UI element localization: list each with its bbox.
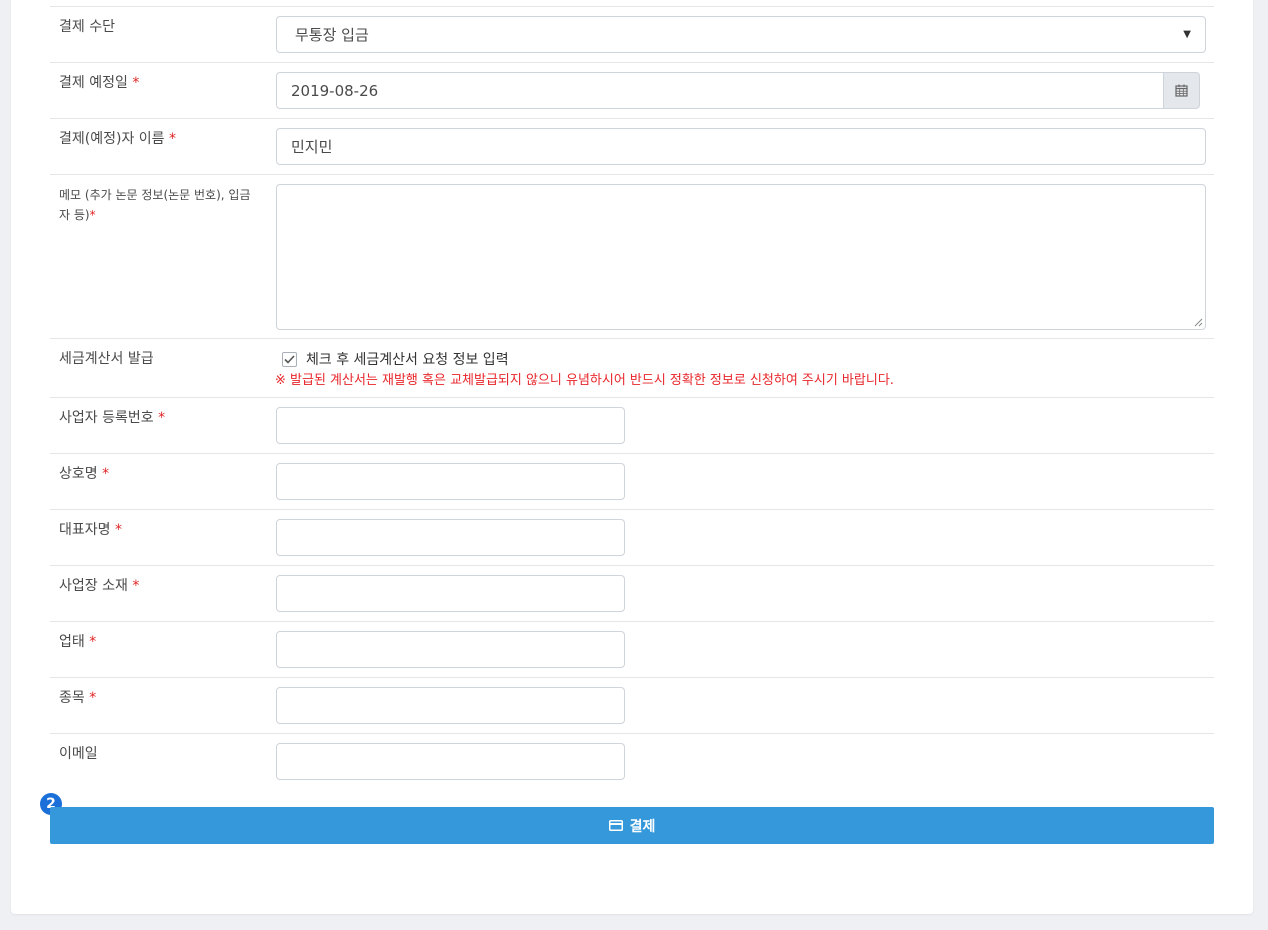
tax-invoice-checkbox[interactable] bbox=[282, 351, 297, 367]
representative-row: 대표자명 * bbox=[50, 510, 1214, 566]
business-number-label: 사업자 등록번호 * bbox=[59, 410, 166, 426]
calendar-icon bbox=[1175, 84, 1188, 97]
business-type-label: 업태 * bbox=[59, 634, 97, 650]
payer-name-input[interactable]: 민지민 bbox=[276, 128, 1206, 165]
business-item-row: 종목 * bbox=[50, 678, 1214, 734]
company-name-input[interactable] bbox=[276, 463, 625, 500]
email-label: 이메일 bbox=[59, 746, 98, 762]
memo-label: 메모 (추가 논문 정보(논문 번호), 입금자 등)* bbox=[59, 188, 251, 222]
calendar-button[interactable] bbox=[1163, 72, 1200, 109]
business-item-input[interactable] bbox=[276, 687, 625, 724]
tax-invoice-label: 세금계산서 발급 bbox=[59, 351, 154, 367]
payment-method-row: 결제 수단 무통장 입금 ▼ bbox=[50, 7, 1214, 63]
company-name-row: 상호명 * bbox=[50, 454, 1214, 510]
payment-form: 결제 수단 무통장 입금 ▼ 결제 예정일 * 2019-08-26 결제(예정… bbox=[50, 6, 1214, 790]
payment-method-value: 무통장 입금 bbox=[295, 26, 369, 44]
business-item-label: 종목 * bbox=[59, 690, 97, 706]
business-type-row: 업태 * bbox=[50, 622, 1214, 678]
email-row: 이메일 bbox=[50, 734, 1214, 790]
pay-button-label: 결제 bbox=[629, 818, 656, 835]
payment-method-select[interactable]: 무통장 입금 ▼ bbox=[276, 16, 1206, 53]
payment-date-row: 결제 예정일 * 2019-08-26 bbox=[50, 63, 1214, 119]
payment-date-group: 2019-08-26 bbox=[276, 72, 1200, 109]
tax-invoice-checkbox-label: 체크 후 세금계산서 요청 정보 입력 bbox=[306, 352, 509, 368]
business-number-row: 사업자 등록번호 * bbox=[50, 398, 1214, 454]
payment-method-label: 결제 수단 bbox=[59, 19, 115, 35]
payer-name-row: 결제(예정)자 이름 * 민지민 bbox=[50, 119, 1214, 175]
credit-card-icon bbox=[608, 820, 623, 831]
email-input[interactable] bbox=[276, 743, 625, 780]
payment-date-input[interactable]: 2019-08-26 bbox=[276, 72, 1163, 109]
memo-textarea[interactable] bbox=[276, 184, 1206, 330]
business-type-input[interactable] bbox=[276, 631, 625, 668]
representative-label: 대표자명 * bbox=[59, 522, 122, 538]
payer-name-label: 결제(예정)자 이름 * bbox=[59, 131, 176, 147]
company-name-label: 상호명 * bbox=[59, 466, 110, 482]
business-number-input[interactable] bbox=[276, 407, 625, 444]
tax-invoice-row: 세금계산서 발급 체크 후 세금계산서 요청 정보 입력 ※ 발급된 계산서는 … bbox=[50, 339, 1214, 398]
tax-invoice-checkbox-line[interactable]: 체크 후 세금계산서 요청 정보 입력 bbox=[282, 349, 509, 369]
business-address-input[interactable] bbox=[276, 575, 625, 612]
pay-button[interactable]: 결제 bbox=[50, 807, 1214, 844]
resize-handle-icon[interactable] bbox=[1193, 317, 1203, 327]
business-address-row: 사업장 소재 * bbox=[50, 566, 1214, 622]
payment-form-card: 결제 수단 무통장 입금 ▼ 결제 예정일 * 2019-08-26 결제(예정… bbox=[11, 0, 1253, 914]
business-address-label: 사업장 소재 * bbox=[59, 578, 140, 594]
memo-row: 메모 (추가 논문 정보(논문 번호), 입금자 등)* bbox=[50, 175, 1214, 339]
tax-invoice-notice: ※ 발급된 계산서는 재발행 혹은 교체발급되지 않으니 유념하시어 반드시 정… bbox=[275, 373, 894, 388]
payment-date-label: 결제 예정일 * bbox=[59, 75, 140, 91]
representative-input[interactable] bbox=[276, 519, 625, 556]
chevron-down-icon: ▼ bbox=[1183, 29, 1191, 40]
check-icon bbox=[284, 354, 295, 364]
